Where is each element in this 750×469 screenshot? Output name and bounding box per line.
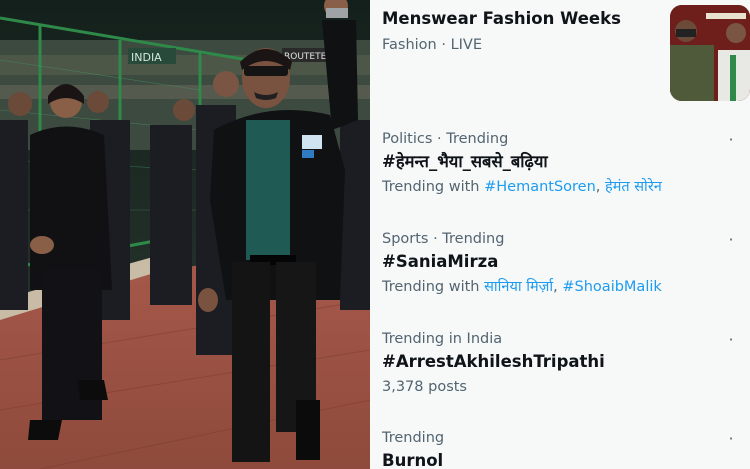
trend-item[interactable]: Politics · Trending #हेमन्त_भैया_सबसे_बढ…: [382, 129, 737, 197]
news-photo: INDIA ROUTETE: [0, 0, 370, 469]
event-separator: ·: [436, 37, 451, 53]
trend-related: Trending with #HemantSoren, हेमंत सोरेन: [382, 179, 662, 195]
event-thumbnail-image: [670, 5, 750, 101]
more-dots-icon[interactable]: ·: [725, 431, 737, 452]
trend-with-label: Trending with: [382, 279, 485, 295]
trend-headline: #SaniaMirza: [382, 252, 499, 271]
trend-headline: #हेमन्त_भैया_सबसे_बढ़िया: [382, 152, 548, 171]
trend-headline: Burnol: [382, 451, 444, 469]
event-status: LIVE: [450, 37, 482, 53]
trends-panel: Menswear Fashion Weeks Fashion · LIVE Po…: [370, 0, 750, 469]
related-tag[interactable]: #HemantSoren: [484, 179, 596, 195]
trend-headline: #ArrestAkhileshTripathi: [382, 352, 605, 371]
trend-related: Trending with सानिया मिर्ज़ा, #ShoaibMal…: [382, 279, 662, 295]
trend-context: Trending: [382, 430, 445, 446]
related-tag[interactable]: हेमंत सोरेन: [605, 179, 662, 195]
more-dots-icon[interactable]: ·: [725, 332, 737, 353]
more-dots-icon[interactable]: ·: [725, 232, 737, 253]
related-tag[interactable]: सानिया मिर्ज़ा: [484, 279, 553, 295]
related-tag[interactable]: #ShoaibMalik: [562, 279, 661, 295]
more-dots-icon[interactable]: ·: [725, 132, 737, 153]
trend-item[interactable]: Trending Burnol ·: [382, 428, 737, 469]
trend-with-label: Trending with: [382, 179, 485, 195]
trend-post-count: 3,378 posts: [382, 379, 467, 395]
trend-context: Politics · Trending: [382, 131, 509, 147]
trend-item[interactable]: Trending in India #ArrestAkhileshTripath…: [382, 329, 737, 397]
trend-item[interactable]: Sports · Trending #SaniaMirza Trending w…: [382, 229, 737, 297]
trend-context: Sports · Trending: [382, 231, 505, 247]
banner-text: INDIA: [131, 51, 162, 64]
trend-context: Trending in India: [382, 331, 503, 347]
event-thumbnail[interactable]: [670, 5, 750, 101]
photo-scene: INDIA ROUTETE: [0, 0, 370, 469]
event-category: Fashion: [382, 37, 437, 53]
